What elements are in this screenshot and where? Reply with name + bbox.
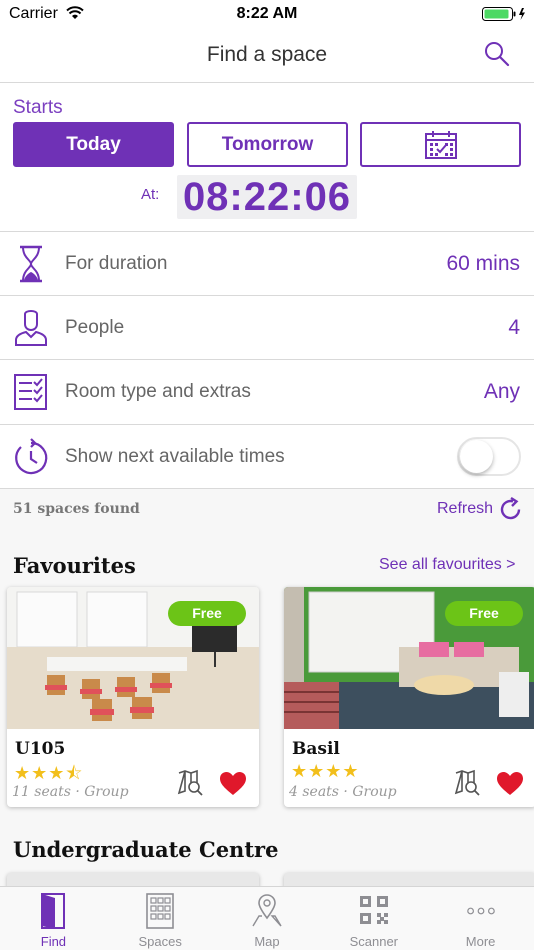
tab-label: Find — [40, 934, 67, 949]
today-button[interactable]: Today — [13, 122, 174, 167]
availability-badge: Free — [168, 601, 246, 626]
tab-bar: Find Spaces Map Scanner More — [0, 886, 534, 950]
space-card-basil[interactable]: Free Basil ★★★★ 4 seats · Group — [284, 587, 534, 807]
tab-label: Scanner — [349, 934, 398, 949]
at-label: At: — [141, 186, 160, 203]
space-meta: 11 seats · Group — [12, 784, 129, 800]
checklist-icon — [14, 374, 47, 410]
tab-label: More — [465, 934, 496, 949]
clock-refresh-icon — [15, 438, 48, 475]
map-search-icon[interactable] — [177, 769, 203, 797]
results-section: 51 spaces found Refresh Favourites See a… — [0, 488, 534, 903]
rating-stars: ★★★★ — [291, 761, 360, 781]
room-type-value: Any — [483, 380, 520, 403]
people-row[interactable]: People 4 — [0, 295, 534, 359]
see-all-favourites-link[interactable]: See all favourites > — [379, 556, 516, 574]
refresh-button[interactable]: Refresh — [437, 500, 493, 518]
qr-code-icon — [359, 896, 388, 924]
room-type-row[interactable]: Room type and extras Any — [0, 359, 534, 423]
favourites-title: Favourites — [13, 553, 136, 578]
next-available-toggle[interactable] — [457, 437, 521, 476]
battery-icon — [482, 7, 525, 21]
calendar-icon — [424, 130, 457, 159]
space-card-u105[interactable]: Free U105 ★★★⯪ 11 seats · Group — [7, 587, 259, 807]
favourite-heart-icon[interactable] — [219, 771, 247, 796]
page-title: Find a space — [206, 43, 328, 66]
tab-scanner[interactable]: Scanner — [320, 887, 427, 950]
clock-label: 8:22 AM — [236, 5, 298, 22]
door-icon — [41, 893, 66, 929]
person-icon — [15, 310, 47, 346]
tab-find[interactable]: Find — [0, 887, 107, 950]
room-type-label: Room type and extras — [65, 381, 251, 402]
duration-value: 60 mins — [446, 252, 520, 275]
people-value: 4 — [508, 316, 520, 339]
favourite-heart-icon[interactable] — [496, 771, 524, 796]
toggle-knob — [460, 440, 493, 473]
people-label: People — [65, 317, 125, 338]
search-icon[interactable] — [483, 40, 511, 68]
next-available-label: Show next available times — [65, 446, 285, 467]
space-name: Basil — [292, 739, 340, 759]
map-pin-icon — [252, 894, 282, 927]
space-name: U105 — [15, 739, 66, 759]
tomorrow-button[interactable]: Tomorrow — [187, 122, 348, 167]
nav-bar: Find a space — [0, 28, 534, 83]
tab-more[interactable]: More — [427, 887, 534, 950]
next-available-row: Show next available times — [0, 424, 534, 488]
map-search-icon[interactable] — [454, 769, 480, 797]
starts-label: Starts — [13, 97, 63, 118]
availability-badge: Free — [445, 601, 523, 626]
calendar-button[interactable] — [360, 122, 521, 167]
tab-label: Map — [254, 934, 280, 949]
space-meta: 4 seats · Group — [289, 784, 397, 800]
status-bar: Carrier 8:22 AM — [0, 0, 534, 28]
tab-label: Spaces — [138, 934, 182, 949]
more-dots-icon — [466, 907, 495, 915]
tab-spaces[interactable]: Spaces — [107, 887, 214, 950]
start-time-picker[interactable]: 08:22:06 — [177, 175, 357, 219]
refresh-icon[interactable] — [498, 497, 523, 522]
hourglass-icon — [20, 245, 42, 283]
duration-label: For duration — [65, 253, 168, 274]
undergraduate-centre-title: Undergraduate Centre — [13, 837, 279, 862]
tab-map[interactable]: Map — [214, 887, 321, 950]
building-icon — [146, 893, 174, 929]
duration-row[interactable]: For duration 60 mins — [0, 231, 534, 295]
spaces-found-count: 51 spaces found — [13, 501, 140, 517]
